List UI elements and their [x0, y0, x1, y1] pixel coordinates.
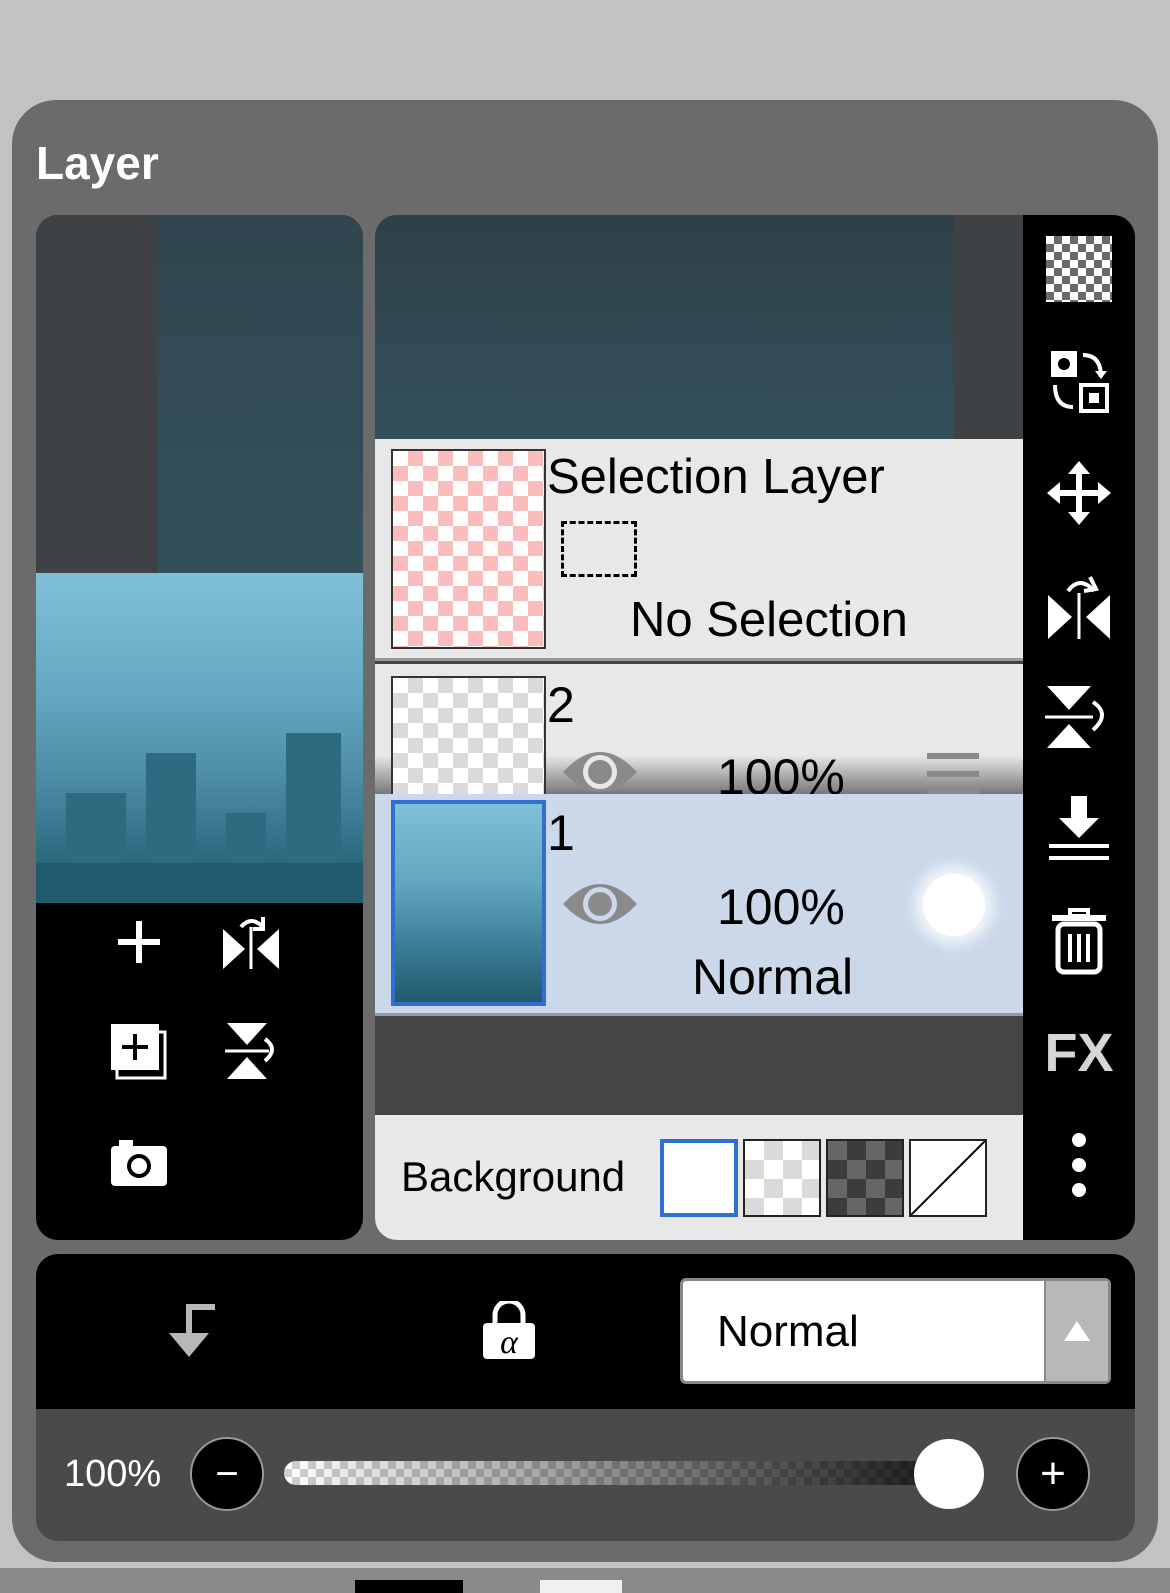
camera-button[interactable] — [104, 1127, 174, 1197]
transparency-button[interactable] — [1037, 227, 1121, 311]
layer-toolbar: FX — [1023, 215, 1135, 1240]
flip-horizontal-icon — [223, 917, 279, 969]
clip-down-arrow-icon — [169, 1304, 215, 1357]
flip-vertical-button[interactable] — [1037, 675, 1121, 759]
alpha-lock-icon: α — [483, 1301, 535, 1361]
move-button[interactable] — [1037, 451, 1121, 535]
layer-thumbnail — [391, 676, 546, 794]
layer-opacity: 100% — [717, 879, 845, 935]
more-icon — [1072, 1133, 1086, 1197]
chevron-up-icon — [1064, 1321, 1090, 1341]
duplicate-layer-button[interactable] — [104, 1015, 174, 1085]
selection-status: No Selection — [630, 593, 908, 647]
layer-list: Selection Layer No Selection 2 100% 1 10… — [375, 215, 1023, 1240]
background-selector: Background — [375, 1115, 1023, 1240]
background-checker-light-swatch[interactable] — [743, 1139, 821, 1217]
footer-tab-dark — [355, 1580, 463, 1593]
drag-handle-active[interactable] — [923, 874, 985, 936]
minus-icon: − — [215, 1452, 239, 1496]
flip-vertical-icon — [1045, 686, 1104, 748]
add-layer-icon — [118, 921, 160, 963]
flip-horizontal-icon — [1048, 576, 1110, 639]
layer-row-selected[interactable]: 1 100% Normal — [375, 794, 1023, 1016]
flip-horizontal-button[interactable] — [1037, 563, 1121, 647]
move-icon — [1047, 461, 1111, 525]
selection-layer-name: Selection Layer — [547, 450, 885, 504]
footer-tab-light — [540, 1580, 622, 1593]
fx-button[interactable]: FX — [1037, 1011, 1121, 1095]
delete-layer-button[interactable] — [1037, 899, 1121, 983]
layer-opacity: 100% — [717, 749, 845, 794]
opacity-increase-button[interactable]: + — [1016, 1437, 1090, 1511]
layer-row[interactable]: 2 100% — [375, 664, 1023, 794]
layer-name: 1 — [547, 805, 575, 861]
layer-thumbnail — [391, 800, 546, 1006]
opacity-bar: 100% − + — [36, 1409, 1135, 1541]
selection-layer-thumbnail — [391, 449, 546, 649]
preview-dark-texture — [158, 215, 363, 573]
fx-icon: FX — [1044, 1023, 1114, 1083]
trash-icon — [1052, 908, 1106, 975]
clip-button[interactable] — [156, 1296, 226, 1366]
background-none-swatch[interactable] — [909, 1139, 987, 1217]
layer-name: 2 — [547, 677, 575, 733]
blend-mode-value: Normal — [717, 1307, 859, 1356]
blend-bar: α Normal — [36, 1254, 1135, 1409]
selection-layer-row[interactable]: Selection Layer No Selection — [375, 439, 1023, 661]
visibility-eye-icon[interactable] — [561, 746, 639, 794]
opacity-decrease-button[interactable]: − — [190, 1437, 264, 1511]
panel-title: Layer — [36, 137, 159, 189]
checkerboard-icon — [1046, 236, 1112, 302]
swap-layer-button[interactable] — [1037, 339, 1121, 423]
blend-mode-select[interactable]: Normal — [680, 1278, 1111, 1384]
merge-down-button[interactable] — [1037, 787, 1121, 871]
svg-text:α: α — [500, 1324, 519, 1361]
flip-vertical-button[interactable] — [216, 1015, 286, 1085]
list-top-gap — [953, 215, 1023, 439]
list-top-canvas — [375, 215, 1023, 439]
visibility-eye-icon[interactable] — [561, 878, 639, 930]
selection-marquee-icon — [561, 521, 637, 577]
add-layer-button[interactable] — [104, 907, 174, 977]
preview-image — [36, 573, 363, 903]
background-label: Background — [401, 1153, 626, 1200]
more-options-button[interactable] — [1037, 1123, 1121, 1207]
blend-mode-arrow — [1044, 1281, 1108, 1381]
flip-vertical-icon — [225, 1023, 274, 1079]
swap-layer-icon — [1051, 351, 1109, 413]
plus-icon: + — [1040, 1449, 1066, 1498]
opacity-label: 100% — [64, 1453, 162, 1495]
background-white-swatch[interactable] — [660, 1139, 738, 1217]
opacity-slider-track[interactable] — [284, 1461, 984, 1485]
alpha-lock-button[interactable]: α — [474, 1296, 544, 1366]
background-checker-dark-swatch[interactable] — [826, 1139, 904, 1217]
merge-down-icon — [1049, 796, 1109, 860]
opacity-slider-knob[interactable] — [914, 1439, 984, 1509]
none-slash-icon — [910, 1140, 986, 1216]
canvas-preview — [36, 215, 363, 1240]
camera-icon — [111, 1140, 167, 1186]
layer-blend-mode: Normal — [692, 949, 854, 1005]
flip-horizontal-button[interactable] — [216, 907, 286, 977]
duplicate-layer-icon — [111, 1024, 167, 1080]
drag-handle-icon[interactable] — [925, 752, 981, 794]
